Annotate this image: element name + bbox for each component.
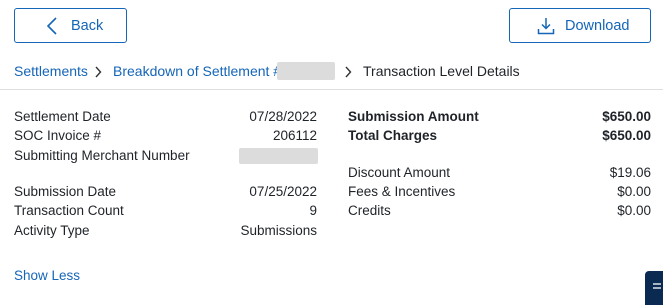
submission-amount-label: Submission Amount (348, 109, 479, 124)
redacted-merchant-number (239, 148, 318, 164)
breadcrumb-current: Transaction Level Details (363, 63, 520, 79)
soc-invoice-value: 206112 (272, 128, 317, 143)
download-button[interactable]: Download (509, 8, 651, 43)
credits-label: Credits (348, 203, 391, 218)
download-button-label: Download (565, 18, 630, 34)
discount-amount-label: Discount Amount (348, 165, 451, 180)
chevron-right-icon (345, 66, 352, 78)
submission-date-value: 07/25/2022 (249, 184, 317, 199)
soc-invoice-label: SOC Invoice # (14, 128, 102, 143)
activity-type-value: Submissions (240, 223, 317, 238)
settlement-date-label: Settlement Date (14, 109, 111, 124)
back-button[interactable]: Back (14, 8, 127, 43)
activity-type-label: Activity Type (14, 223, 90, 238)
fees-incentives-label: Fees & Incentives (348, 184, 456, 199)
chat-icon (653, 283, 661, 289)
submission-date-label: Submission Date (14, 184, 117, 199)
submitting-merchant-number-label: Submitting Merchant Number (14, 148, 190, 163)
chevron-left-icon (46, 17, 57, 35)
breadcrumb-settlements-link[interactable]: Settlements (14, 63, 88, 79)
breadcrumb-breakdown-link[interactable]: Breakdown of Settlement # (113, 63, 281, 79)
transaction-details-page: Back Download Settlements Breakdown of S… (0, 0, 663, 305)
chevron-right-icon (95, 66, 102, 78)
credits-value: $0.00 (617, 203, 651, 218)
total-charges-value: $650.00 (602, 128, 651, 143)
settlement-date-value: 07/28/2022 (249, 109, 317, 124)
download-icon (537, 18, 555, 35)
redacted-settlement-number (277, 62, 335, 80)
transaction-count-value: 9 (309, 203, 317, 218)
transaction-count-label: Transaction Count (14, 203, 124, 218)
submission-amount-value: $650.00 (602, 109, 651, 124)
chat-fab-button[interactable] (645, 271, 663, 305)
total-charges-label: Total Charges (348, 128, 438, 143)
show-less-link[interactable]: Show Less (14, 268, 80, 283)
back-button-label: Back (71, 18, 104, 34)
fees-incentives-value: $0.00 (617, 184, 651, 199)
divider (0, 89, 663, 90)
discount-amount-value: $19.06 (609, 165, 651, 180)
